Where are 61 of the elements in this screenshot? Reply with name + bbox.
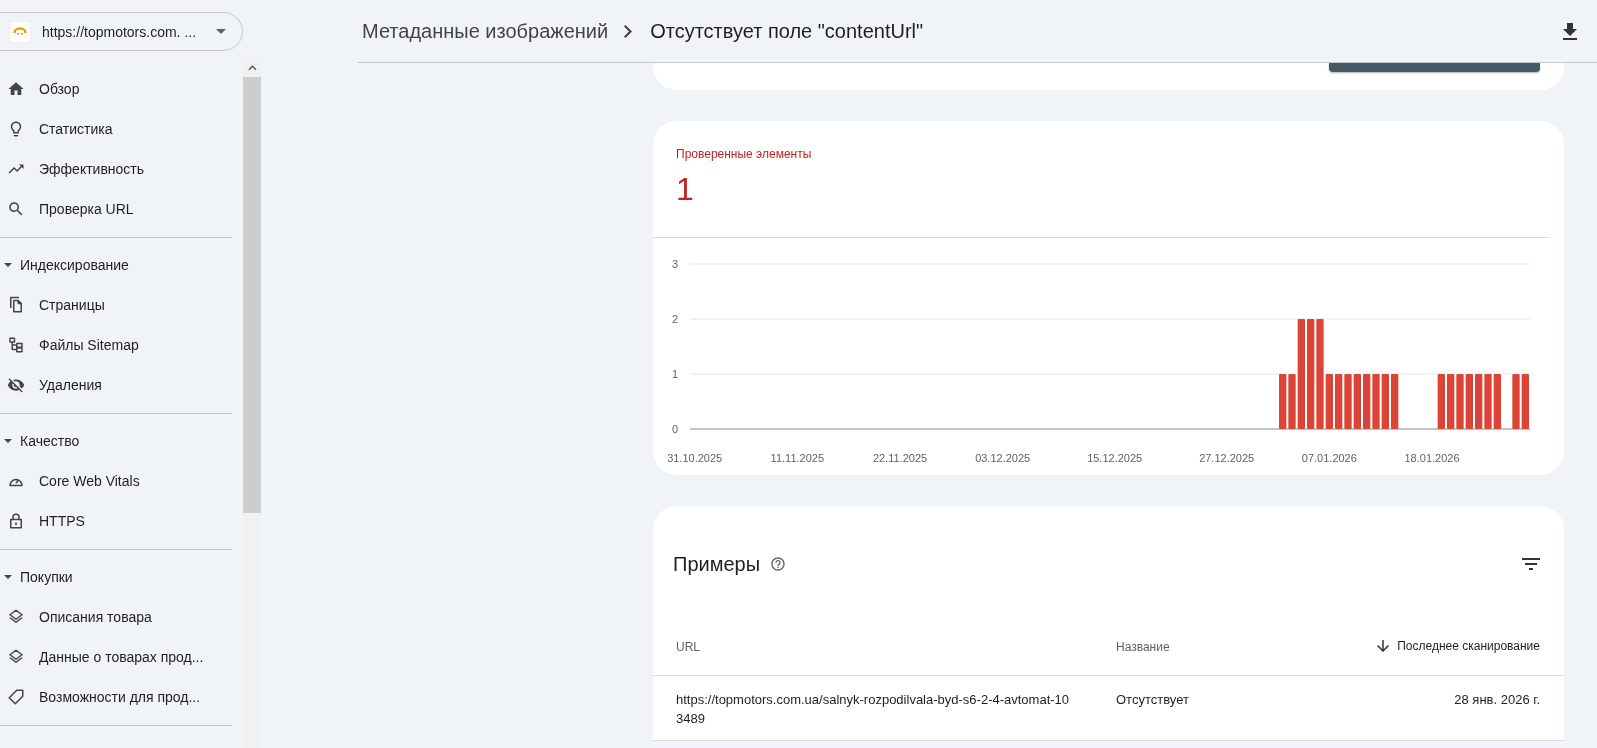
axis-label: 31.10.2025 [667, 452, 723, 464]
column-header[interactable]: URL [676, 640, 1072, 654]
layers-icon [7, 648, 25, 666]
filter-icon[interactable] [1522, 558, 1540, 570]
axis-label: 15.12.2025 [1087, 452, 1143, 464]
layers-icon [7, 608, 25, 626]
axis-label: 03.12.2025 [975, 452, 1031, 464]
nav-item[interactable]: Страницы [0, 285, 232, 325]
home-icon [7, 80, 25, 98]
table-cell: 28 янв. 2026 г. [1454, 692, 1540, 707]
help-icon[interactable] [770, 556, 787, 572]
nav-section-header[interactable]: Качество [0, 421, 232, 461]
breadcrumb-item: Отсутствует поле "contentUrl" [650, 19, 924, 43]
caret-icon [4, 575, 12, 579]
nav-item[interactable]: Core Web Vitals [0, 461, 232, 501]
chevron-right-icon [624, 24, 633, 38]
dropdown-arrow-icon [216, 29, 226, 34]
section-title: Примеры [673, 552, 761, 576]
download-icon[interactable] [1563, 22, 1577, 40]
axis-label: 11.11.2025 [770, 452, 825, 464]
nav-item[interactable]: Данные о товарах прод... [0, 637, 232, 677]
eye-off-icon [7, 376, 25, 394]
metric-value: 1 [676, 171, 695, 207]
sitemap-icon [7, 336, 25, 354]
scroll-up-icon[interactable] [247, 65, 257, 71]
axis-label: 22.11.2025 [872, 452, 928, 464]
site-logo-icon [9, 20, 31, 43]
scrollbar[interactable] [243, 61, 261, 748]
nav-section-header[interactable]: Индексирование [0, 245, 232, 285]
nav-item[interactable]: Возможности для прод... [0, 677, 232, 717]
bar [1437, 374, 1445, 429]
pages-icon [7, 296, 25, 314]
lock-icon [7, 512, 25, 530]
table-cell: Отсутствует [1116, 692, 1189, 707]
nav-item[interactable]: Удаления [0, 365, 232, 405]
tag-icon [7, 688, 25, 706]
nav-item[interactable]: HTTPS [0, 501, 232, 541]
nav-item[interactable]: Эффективность [0, 149, 232, 189]
search-icon [7, 200, 25, 218]
nav-item[interactable]: Обзор [0, 69, 232, 109]
axis-label: 18.01.2026 [1404, 452, 1460, 464]
caret-icon [4, 439, 12, 443]
column-header[interactable]: Название [1116, 640, 1170, 654]
caret-icon [4, 263, 12, 267]
breadcrumb-item[interactable]: Метаданные изображений [362, 19, 609, 43]
nav-item[interactable]: Статистика [0, 109, 232, 149]
axis-label: 27.12.2025 [1199, 452, 1255, 464]
nav-section-header[interactable]: Покупки [0, 557, 232, 597]
axis-label: 0 [671, 423, 678, 435]
nav-item[interactable]: Проверка URL [0, 189, 232, 229]
bar [1391, 374, 1399, 429]
nav-item[interactable]: Файлы Sitemap [0, 325, 232, 365]
column-header[interactable]: Последнее сканирование [1377, 639, 1540, 653]
axis-label: 07.01.2026 [1301, 452, 1357, 464]
axis-label: 3 [671, 258, 678, 270]
sort-arrow-icon [1377, 640, 1390, 652]
nav-item[interactable]: Описания товара [0, 597, 232, 637]
metric-label: Проверенные элементы [676, 147, 813, 161]
table-cell-text: https://topmotors.com.ua/salnyk-rozpodilvala-byd-s6-2-4-avtomat-103489 [676, 691, 1071, 728]
axis-label: 1 [671, 368, 678, 380]
axis-label: 2 [671, 313, 678, 325]
